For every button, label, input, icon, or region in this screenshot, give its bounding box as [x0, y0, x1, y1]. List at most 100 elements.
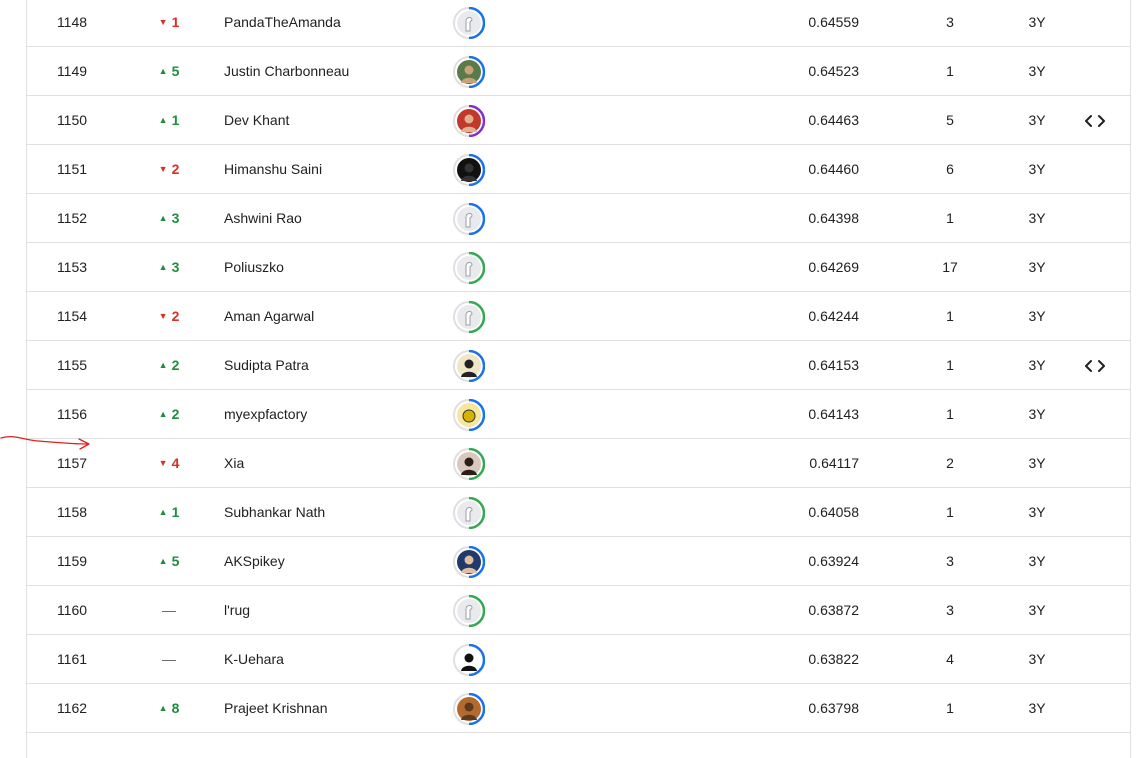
team-avatar[interactable] — [453, 105, 485, 137]
code-icon[interactable] — [1085, 359, 1105, 373]
rank-number: 1152 — [56, 210, 88, 226]
rank-change: ▲ 5 — [149, 537, 189, 586]
score-value: 0.63924 — [808, 553, 859, 569]
team-avatar[interactable] — [453, 546, 485, 578]
rank-number: 1153 — [56, 259, 88, 275]
team-name-link[interactable]: Himanshu Saini — [224, 145, 322, 194]
leaderboard-row[interactable]: 1159 ▲ 5 AKSpikey 0.63924 3 3Y — [27, 537, 1130, 586]
rank-change: ▲ 5 — [149, 47, 189, 96]
leaderboard-row[interactable]: 1155 ▲ 2 Sudipta Patra 0.64153 1 3Y — [27, 341, 1130, 390]
team-name-link[interactable]: Poliuszko — [224, 243, 284, 292]
team-name-link[interactable]: Sudipta Patra — [224, 341, 309, 390]
rank-number: 1160 — [56, 602, 88, 618]
rank-change: ▼ 4 — [149, 439, 189, 488]
team-name-link[interactable]: AKSpikey — [224, 537, 285, 586]
leaderboard-row[interactable]: 1149 ▲ 5 Justin Charbonneau 0.64523 1 3Y — [27, 47, 1130, 96]
code-link[interactable] — [1077, 341, 1113, 390]
leaderboard-row[interactable]: 1158 ▲ 1 Subhankar Nath 0.64058 1 3Y — [27, 488, 1130, 537]
last-submission: 3Y — [1028, 406, 1046, 422]
entries-count: 6 — [946, 161, 954, 177]
team-name-link[interactable]: l'rug — [224, 586, 250, 635]
last-submission: 3Y — [1028, 14, 1046, 30]
team-avatar[interactable] — [453, 252, 485, 284]
rank-change-value: 3 — [171, 259, 180, 275]
arrow-up-icon: ▲ — [158, 507, 168, 517]
last-submission: 3Y — [1028, 112, 1046, 128]
team-name-link[interactable]: Justin Charbonneau — [224, 47, 349, 96]
code-link — [1077, 292, 1113, 341]
leaderboard-row[interactable]: 1151 ▼ 2 Himanshu Saini 0.64460 6 3Y — [27, 145, 1130, 194]
rank-change-value: 2 — [171, 161, 180, 177]
team-avatar[interactable] — [453, 203, 485, 235]
leaderboard-row[interactable]: 1160 — l'rug 0.63872 3 3Y — [27, 586, 1130, 635]
rank-change-value: 1 — [171, 14, 180, 30]
rank-change: — — [149, 586, 189, 635]
entries-count: 1 — [946, 308, 954, 324]
leaderboard-row[interactable]: 1152 ▲ 3 Ashwini Rao 0.64398 1 3Y — [27, 194, 1130, 243]
code-icon[interactable] — [1085, 114, 1105, 128]
team-avatar[interactable] — [453, 595, 485, 627]
rank-number: 1148 — [56, 14, 88, 30]
team-avatar[interactable] — [453, 399, 485, 431]
rank-number: 1161 — [56, 651, 88, 667]
arrow-up-icon: ▲ — [158, 262, 168, 272]
rank-change: ▼ 2 — [149, 292, 189, 341]
rank-change-value: 2 — [171, 308, 180, 324]
team-name-link[interactable]: K-Uehara — [224, 635, 284, 684]
last-submission: 3Y — [1028, 700, 1046, 716]
last-submission: 3Y — [1028, 63, 1046, 79]
leaderboard-table: 1148 ▼ 1 PandaTheAmanda 0.64559 3 3Y 1149… — [26, 0, 1131, 758]
last-submission: 3Y — [1028, 161, 1046, 177]
team-name-link[interactable]: Subhankar Nath — [224, 488, 325, 537]
rank-change: ▲ 2 — [149, 341, 189, 390]
team-name-link[interactable]: Aman Agarwal — [224, 292, 314, 341]
last-submission: 3Y — [1028, 651, 1046, 667]
team-name-link[interactable]: PandaTheAmanda — [224, 0, 341, 47]
code-link — [1077, 635, 1113, 684]
team-name-link[interactable]: Xia — [224, 439, 244, 488]
leaderboard-row[interactable]: 1150 ▲ 1 Dev Khant 0.64463 5 3Y — [27, 96, 1130, 145]
rank-change: ▲ 3 — [149, 243, 189, 292]
leaderboard-row[interactable]: 1156 ▲ 2 myexpfactory 0.64143 1 3Y — [27, 390, 1130, 439]
score-value: 0.64244 — [808, 308, 859, 324]
rank-change-value: — — [162, 602, 176, 618]
entries-count: 3 — [946, 553, 954, 569]
score-value: 0.64117 — [809, 455, 859, 471]
team-avatar[interactable] — [453, 693, 485, 725]
team-avatar[interactable] — [453, 350, 485, 382]
team-name-link[interactable]: Dev Khant — [224, 96, 289, 145]
leaderboard-row[interactable]: 1161 — K-Uehara 0.63822 4 3Y — [27, 635, 1130, 684]
rank-change: ▲ 8 — [149, 684, 189, 733]
leaderboard-row[interactable]: 1162 ▲ 8 Prajeet Krishnan 0.63798 1 3Y — [27, 684, 1130, 733]
rank-change: ▼ 2 — [149, 145, 189, 194]
rank-number: 1150 — [56, 112, 88, 128]
team-avatar[interactable] — [453, 497, 485, 529]
team-name-link[interactable]: Ashwini Rao — [224, 194, 302, 243]
score-value: 0.63822 — [808, 651, 859, 667]
team-name-link[interactable]: Prajeet Krishnan — [224, 684, 328, 733]
last-submission: 3Y — [1028, 357, 1046, 373]
rank-number: 1149 — [56, 63, 88, 79]
rank-change-value: 1 — [171, 112, 180, 128]
team-avatar[interactable] — [453, 448, 485, 480]
team-name-link[interactable]: myexpfactory — [224, 390, 307, 439]
team-avatar[interactable] — [453, 644, 485, 676]
last-submission: 3Y — [1028, 308, 1046, 324]
team-avatar[interactable] — [453, 56, 485, 88]
team-avatar[interactable] — [453, 7, 485, 39]
last-submission: 3Y — [1028, 455, 1046, 471]
leaderboard-row[interactable]: 1148 ▼ 1 PandaTheAmanda 0.64559 3 3Y — [27, 0, 1130, 47]
leaderboard-row[interactable]: 1157 ▼ 4 Xia 0.64117 2 3Y — [27, 439, 1130, 488]
entries-count: 4 — [946, 651, 954, 667]
rank-number: 1155 — [56, 357, 88, 373]
rank-change-value: 4 — [171, 455, 180, 471]
arrow-down-icon: ▼ — [158, 164, 168, 174]
arrow-down-icon: ▼ — [158, 458, 168, 468]
team-avatar[interactable] — [453, 301, 485, 333]
team-avatar[interactable] — [453, 154, 485, 186]
leaderboard-row[interactable]: 1153 ▲ 3 Poliuszko 0.64269 17 3Y — [27, 243, 1130, 292]
leaderboard-row[interactable]: 1154 ▼ 2 Aman Agarwal 0.64244 1 3Y — [27, 292, 1130, 341]
code-link[interactable] — [1077, 96, 1113, 145]
score-value: 0.64269 — [808, 259, 859, 275]
last-submission: 3Y — [1028, 553, 1046, 569]
